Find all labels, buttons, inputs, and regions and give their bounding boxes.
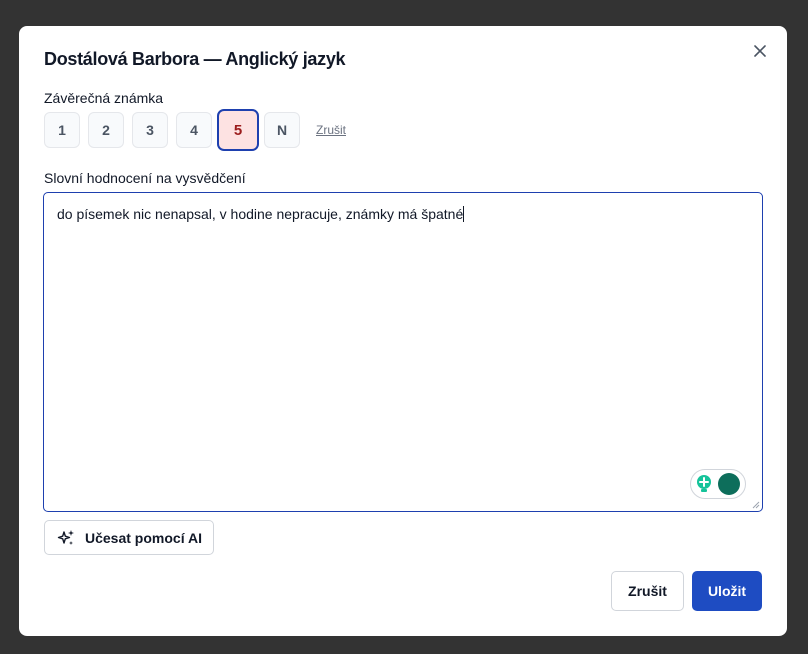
ai-polish-label: Učesat pomocí AI (85, 529, 202, 546)
resize-handle-icon[interactable] (752, 501, 760, 509)
close-icon (754, 45, 766, 57)
grade-option-3[interactable]: 3 (132, 112, 168, 148)
verbal-assessment-label: Slovní hodnocení na vysvědčení (44, 170, 246, 186)
lightbulb-icon (697, 475, 711, 492)
grade-selector: 1 2 3 4 5 N Zrušit (44, 109, 346, 151)
grade-option-n[interactable]: N (264, 112, 300, 148)
save-button[interactable]: Uložit (692, 571, 762, 611)
verbal-assessment-text: do písemek nic nenapsal, v hodine neprac… (57, 206, 465, 222)
grammarly-icon (718, 473, 740, 495)
final-grade-label: Závěrečná známka (44, 90, 164, 106)
clear-grade-link[interactable]: Zrušit (316, 123, 346, 137)
sparkles-icon (57, 529, 74, 545)
grade-option-5[interactable]: 5 (217, 109, 259, 151)
cancel-button[interactable]: Zrušit (611, 571, 684, 611)
grade-option-4[interactable]: 4 (176, 112, 212, 148)
grammarly-widget[interactable] (690, 469, 746, 499)
close-button[interactable] (749, 40, 771, 62)
grade-dialog: Dostálová Barbora — Anglický jazyk Závěr… (19, 26, 787, 636)
verbal-assessment-textarea[interactable]: do písemek nic nenapsal, v hodine neprac… (43, 192, 763, 512)
text-caret (463, 206, 465, 222)
dialog-title: Dostálová Barbora — Anglický jazyk (44, 49, 346, 69)
grade-option-2[interactable]: 2 (88, 112, 124, 148)
grade-option-1[interactable]: 1 (44, 112, 80, 148)
ai-polish-button[interactable]: Učesat pomocí AI (44, 520, 214, 555)
